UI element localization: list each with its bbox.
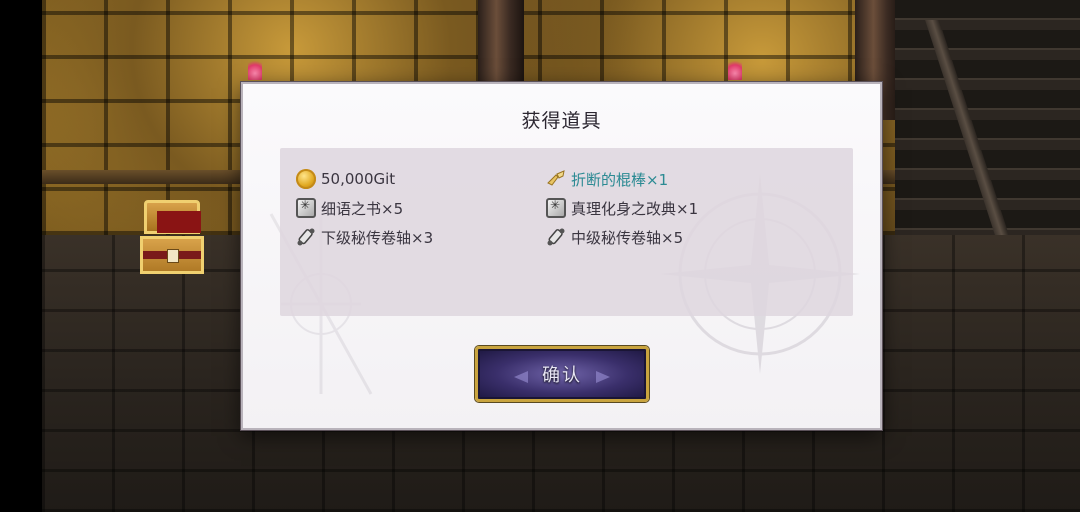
confirm-button[interactable]: 确认: [475, 346, 649, 402]
broken-stick-icon: [547, 170, 565, 186]
reward-label: 中级秘传卷轴×5: [571, 228, 684, 247]
letterbox: [0, 0, 42, 512]
dialog-title: 获得道具: [521, 110, 602, 132]
scroll-icon: [297, 228, 315, 246]
confirm-button-label: 确认: [542, 365, 582, 386]
reward-label: 细语之书×5: [321, 199, 404, 218]
treasure-chest[interactable]: [140, 200, 204, 274]
reward-label: 50,000Git: [321, 170, 396, 188]
reward-item: 细语之书×5: [296, 196, 403, 220]
lock-icon: [167, 249, 179, 263]
reward-list: 50,000Git 折断的棍棒×1 细语之书×5 真理化身之改典×1: [280, 148, 853, 316]
reward-item: 真理化身之改典×1: [546, 196, 698, 220]
arrow-left-decoration: [514, 371, 528, 383]
torch-flame: [728, 58, 742, 80]
reward-label: 折断的棍棒×1: [571, 170, 669, 189]
chest-lid: [144, 200, 201, 234]
gold-coin-icon: [296, 169, 316, 189]
arrow-right-decoration: [596, 371, 610, 383]
game-scene: 获得道具 50,000Git 折断的棍棒×1 细语之书×5 真理化身之改典×1: [0, 0, 1080, 512]
torch-flame: [248, 58, 262, 80]
book-icon: [546, 198, 566, 218]
reward-item: 中级秘传卷轴×5: [546, 225, 683, 249]
reward-label: 下级秘传卷轴×3: [321, 228, 434, 247]
scroll-icon: [547, 228, 565, 246]
book-icon: [296, 198, 316, 218]
reward-item: 折断的棍棒×1: [546, 167, 668, 191]
chest-body: [140, 236, 204, 274]
reward-item: 50,000Git: [296, 167, 395, 191]
reward-item: 下级秘传卷轴×3: [296, 225, 433, 249]
item-reward-dialog: 获得道具 50,000Git 折断的棍棒×1 细语之书×5 真理化身之改典×1: [241, 82, 882, 430]
reward-label: 真理化身之改典×1: [571, 199, 699, 218]
